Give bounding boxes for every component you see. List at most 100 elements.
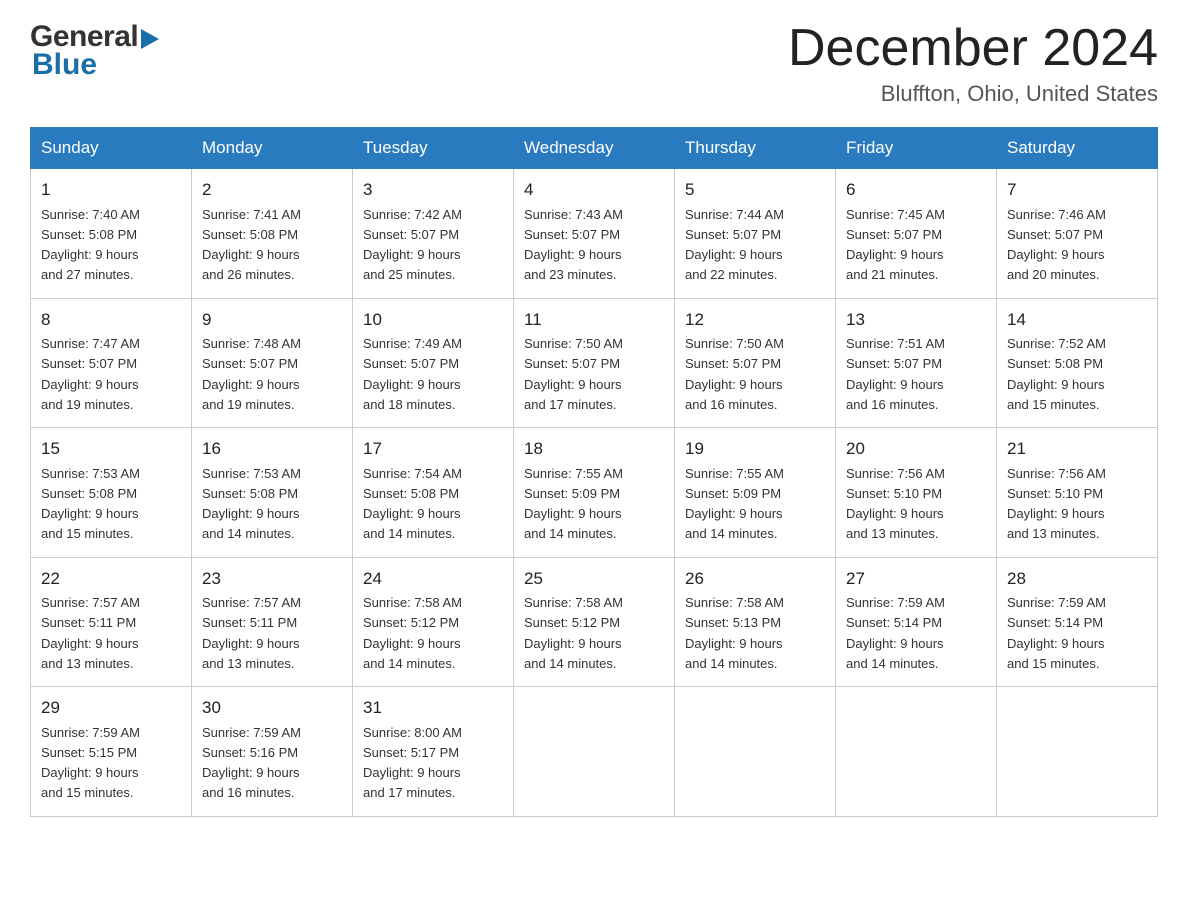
- day-info: Sunrise: 7:47 AMSunset: 5:07 PMDaylight:…: [41, 336, 140, 412]
- day-info: Sunrise: 7:52 AMSunset: 5:08 PMDaylight:…: [1007, 336, 1106, 412]
- day-number: 31: [363, 695, 503, 721]
- calendar-cell: 26 Sunrise: 7:58 AMSunset: 5:13 PMDaylig…: [675, 557, 836, 687]
- day-info: Sunrise: 7:59 AMSunset: 5:16 PMDaylight:…: [202, 725, 301, 801]
- day-info: Sunrise: 7:40 AMSunset: 5:08 PMDaylight:…: [41, 207, 140, 283]
- calendar-cell: 7 Sunrise: 7:46 AMSunset: 5:07 PMDayligh…: [997, 169, 1158, 299]
- calendar-cell: 23 Sunrise: 7:57 AMSunset: 5:11 PMDaylig…: [192, 557, 353, 687]
- calendar-cell: 10 Sunrise: 7:49 AMSunset: 5:07 PMDaylig…: [353, 298, 514, 428]
- day-info: Sunrise: 7:56 AMSunset: 5:10 PMDaylight:…: [846, 466, 945, 542]
- day-info: Sunrise: 7:58 AMSunset: 5:12 PMDaylight:…: [363, 595, 462, 671]
- day-number: 11: [524, 307, 664, 333]
- day-number: 29: [41, 695, 181, 721]
- day-info: Sunrise: 7:42 AMSunset: 5:07 PMDaylight:…: [363, 207, 462, 283]
- calendar-table: SundayMondayTuesdayWednesdayThursdayFrid…: [30, 127, 1158, 817]
- calendar-cell: [997, 687, 1158, 817]
- calendar-cell: 25 Sunrise: 7:58 AMSunset: 5:12 PMDaylig…: [514, 557, 675, 687]
- weekday-header-tuesday: Tuesday: [353, 128, 514, 169]
- day-number: 18: [524, 436, 664, 462]
- day-number: 26: [685, 566, 825, 592]
- weekday-header-thursday: Thursday: [675, 128, 836, 169]
- day-number: 21: [1007, 436, 1147, 462]
- day-info: Sunrise: 7:45 AMSunset: 5:07 PMDaylight:…: [846, 207, 945, 283]
- calendar-cell: [675, 687, 836, 817]
- day-info: Sunrise: 7:57 AMSunset: 5:11 PMDaylight:…: [41, 595, 140, 671]
- calendar-week-4: 22 Sunrise: 7:57 AMSunset: 5:11 PMDaylig…: [31, 557, 1158, 687]
- day-number: 22: [41, 566, 181, 592]
- day-number: 7: [1007, 177, 1147, 203]
- weekday-header-saturday: Saturday: [997, 128, 1158, 169]
- day-info: Sunrise: 7:58 AMSunset: 5:12 PMDaylight:…: [524, 595, 623, 671]
- calendar-cell: 21 Sunrise: 7:56 AMSunset: 5:10 PMDaylig…: [997, 428, 1158, 558]
- day-info: Sunrise: 7:55 AMSunset: 5:09 PMDaylight:…: [524, 466, 623, 542]
- day-number: 28: [1007, 566, 1147, 592]
- day-number: 27: [846, 566, 986, 592]
- logo-chevron-icon: [141, 29, 159, 49]
- day-number: 12: [685, 307, 825, 333]
- calendar-cell: [836, 687, 997, 817]
- day-info: Sunrise: 7:59 AMSunset: 5:14 PMDaylight:…: [846, 595, 945, 671]
- calendar-cell: 17 Sunrise: 7:54 AMSunset: 5:08 PMDaylig…: [353, 428, 514, 558]
- day-number: 19: [685, 436, 825, 462]
- calendar-week-1: 1 Sunrise: 7:40 AMSunset: 5:08 PMDayligh…: [31, 169, 1158, 299]
- day-info: Sunrise: 7:49 AMSunset: 5:07 PMDaylight:…: [363, 336, 462, 412]
- day-number: 23: [202, 566, 342, 592]
- weekday-header-wednesday: Wednesday: [514, 128, 675, 169]
- calendar-cell: 8 Sunrise: 7:47 AMSunset: 5:07 PMDayligh…: [31, 298, 192, 428]
- calendar-cell: 14 Sunrise: 7:52 AMSunset: 5:08 PMDaylig…: [997, 298, 1158, 428]
- weekday-header-sunday: Sunday: [31, 128, 192, 169]
- day-info: Sunrise: 7:48 AMSunset: 5:07 PMDaylight:…: [202, 336, 301, 412]
- day-number: 20: [846, 436, 986, 462]
- calendar-week-3: 15 Sunrise: 7:53 AMSunset: 5:08 PMDaylig…: [31, 428, 1158, 558]
- day-number: 13: [846, 307, 986, 333]
- day-number: 24: [363, 566, 503, 592]
- calendar-week-5: 29 Sunrise: 7:59 AMSunset: 5:15 PMDaylig…: [31, 687, 1158, 817]
- calendar-cell: 3 Sunrise: 7:42 AMSunset: 5:07 PMDayligh…: [353, 169, 514, 299]
- day-info: Sunrise: 7:58 AMSunset: 5:13 PMDaylight:…: [685, 595, 784, 671]
- calendar-cell: 9 Sunrise: 7:48 AMSunset: 5:07 PMDayligh…: [192, 298, 353, 428]
- day-number: 1: [41, 177, 181, 203]
- calendar-cell: 1 Sunrise: 7:40 AMSunset: 5:08 PMDayligh…: [31, 169, 192, 299]
- day-info: Sunrise: 7:43 AMSunset: 5:07 PMDaylight:…: [524, 207, 623, 283]
- day-info: Sunrise: 7:53 AMSunset: 5:08 PMDaylight:…: [41, 466, 140, 542]
- day-info: Sunrise: 8:00 AMSunset: 5:17 PMDaylight:…: [363, 725, 462, 801]
- day-info: Sunrise: 7:56 AMSunset: 5:10 PMDaylight:…: [1007, 466, 1106, 542]
- day-number: 17: [363, 436, 503, 462]
- calendar-cell: 11 Sunrise: 7:50 AMSunset: 5:07 PMDaylig…: [514, 298, 675, 428]
- calendar-cell: 29 Sunrise: 7:59 AMSunset: 5:15 PMDaylig…: [31, 687, 192, 817]
- day-number: 9: [202, 307, 342, 333]
- page-header: General Blue December 2024 Bluffton, Ohi…: [30, 20, 1158, 107]
- day-info: Sunrise: 7:57 AMSunset: 5:11 PMDaylight:…: [202, 595, 301, 671]
- day-info: Sunrise: 7:59 AMSunset: 5:14 PMDaylight:…: [1007, 595, 1106, 671]
- calendar-cell: 15 Sunrise: 7:53 AMSunset: 5:08 PMDaylig…: [31, 428, 192, 558]
- calendar-cell: 12 Sunrise: 7:50 AMSunset: 5:07 PMDaylig…: [675, 298, 836, 428]
- day-number: 14: [1007, 307, 1147, 333]
- calendar-cell: 18 Sunrise: 7:55 AMSunset: 5:09 PMDaylig…: [514, 428, 675, 558]
- day-info: Sunrise: 7:50 AMSunset: 5:07 PMDaylight:…: [685, 336, 784, 412]
- calendar-cell: 2 Sunrise: 7:41 AMSunset: 5:08 PMDayligh…: [192, 169, 353, 299]
- day-info: Sunrise: 7:46 AMSunset: 5:07 PMDaylight:…: [1007, 207, 1106, 283]
- calendar-subtitle: Bluffton, Ohio, United States: [788, 81, 1158, 107]
- calendar-cell: [514, 687, 675, 817]
- calendar-cell: 16 Sunrise: 7:53 AMSunset: 5:08 PMDaylig…: [192, 428, 353, 558]
- day-info: Sunrise: 7:54 AMSunset: 5:08 PMDaylight:…: [363, 466, 462, 542]
- day-number: 6: [846, 177, 986, 203]
- day-info: Sunrise: 7:59 AMSunset: 5:15 PMDaylight:…: [41, 725, 140, 801]
- calendar-week-2: 8 Sunrise: 7:47 AMSunset: 5:07 PMDayligh…: [31, 298, 1158, 428]
- day-number: 16: [202, 436, 342, 462]
- calendar-cell: 22 Sunrise: 7:57 AMSunset: 5:11 PMDaylig…: [31, 557, 192, 687]
- day-number: 30: [202, 695, 342, 721]
- calendar-cell: 24 Sunrise: 7:58 AMSunset: 5:12 PMDaylig…: [353, 557, 514, 687]
- day-info: Sunrise: 7:53 AMSunset: 5:08 PMDaylight:…: [202, 466, 301, 542]
- day-info: Sunrise: 7:51 AMSunset: 5:07 PMDaylight:…: [846, 336, 945, 412]
- logo: General Blue: [30, 20, 159, 82]
- day-number: 15: [41, 436, 181, 462]
- day-info: Sunrise: 7:41 AMSunset: 5:08 PMDaylight:…: [202, 207, 301, 283]
- day-info: Sunrise: 7:50 AMSunset: 5:07 PMDaylight:…: [524, 336, 623, 412]
- calendar-cell: 31 Sunrise: 8:00 AMSunset: 5:17 PMDaylig…: [353, 687, 514, 817]
- day-number: 8: [41, 307, 181, 333]
- calendar-cell: 28 Sunrise: 7:59 AMSunset: 5:14 PMDaylig…: [997, 557, 1158, 687]
- day-number: 2: [202, 177, 342, 203]
- day-number: 10: [363, 307, 503, 333]
- calendar-cell: 30 Sunrise: 7:59 AMSunset: 5:16 PMDaylig…: [192, 687, 353, 817]
- day-number: 4: [524, 177, 664, 203]
